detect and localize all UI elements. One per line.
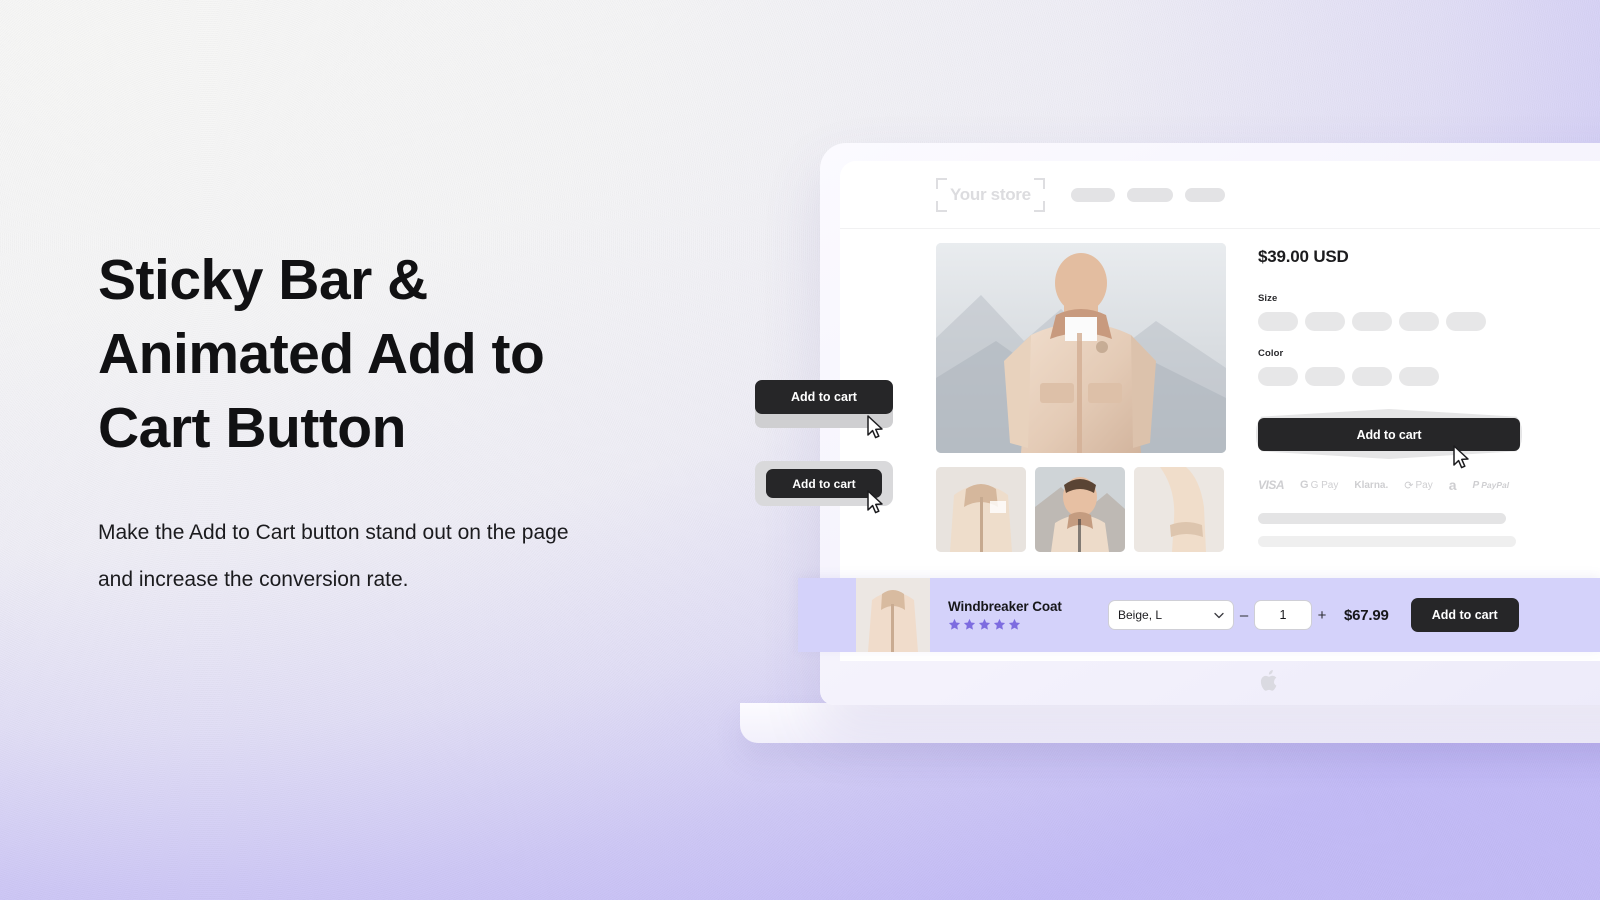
product-page-body: $39.00 USD Size Color Add to cart VISA G… xyxy=(840,229,1600,552)
color-swatch-row xyxy=(1258,367,1558,386)
logo-corner-br xyxy=(1033,200,1045,212)
color-swatch[interactable] xyxy=(1305,367,1345,386)
chevron-down-icon xyxy=(1214,612,1224,618)
shop-pay-icon: ⟳ Pay xyxy=(1404,479,1433,492)
product-price: $39.00 USD xyxy=(1258,247,1349,266)
sticky-bar-product-image[interactable] xyxy=(856,578,930,652)
size-option-label: Size xyxy=(1258,293,1278,304)
product-thumbnail[interactable] xyxy=(936,467,1026,552)
variant-select-value: Beige, L xyxy=(1118,608,1163,622)
color-option-label: Color xyxy=(1258,348,1284,359)
mouse-cursor-icon xyxy=(867,490,883,514)
star-icon xyxy=(993,618,1006,630)
size-swatch[interactable] xyxy=(1305,312,1345,331)
hero-subtitle: Make the Add to Cart button stand out on… xyxy=(98,521,569,591)
sticky-bar-product-info: Windbreaker Coat xyxy=(948,599,1108,631)
apple-logo-icon xyxy=(1260,670,1277,691)
store-logo-label: Your store xyxy=(950,184,1031,204)
callout-add-to-cart-button-2[interactable]: Add to cart xyxy=(766,469,882,498)
product-thumbnail[interactable] xyxy=(1035,467,1125,552)
star-icon xyxy=(978,618,991,630)
sticky-add-to-cart-bar: Windbreaker Coat Beige, L – 1 + $67.99 A… xyxy=(798,578,1600,652)
product-thumbnail[interactable] xyxy=(1134,467,1224,552)
size-swatch[interactable] xyxy=(1352,312,1392,331)
add-to-cart-area: Add to cart xyxy=(1256,409,1522,459)
product-thumbnail-row xyxy=(936,467,1236,552)
rating-stars xyxy=(948,618,1108,631)
quantity-input[interactable]: 1 xyxy=(1254,600,1312,630)
nav-pill-2[interactable] xyxy=(1126,187,1173,202)
page-title: Sticky Bar & Animated Add to Cart Button xyxy=(98,248,545,460)
store-header: Your store xyxy=(840,161,1600,229)
amazon-pay-icon: a xyxy=(1448,477,1457,493)
payment-methods-row: VISA G G Pay Klarna. ⟳ Pay a P PayPal xyxy=(1258,477,1558,493)
description-placeholder-bar xyxy=(1258,536,1516,547)
quantity-decrement-button[interactable]: – xyxy=(1234,607,1254,624)
logo-corner-tr xyxy=(1033,177,1045,189)
star-icon xyxy=(1008,618,1021,630)
sticky-bar-product-title: Windbreaker Coat xyxy=(948,599,1062,614)
nav-pill-1[interactable] xyxy=(1070,187,1115,202)
logo-corner-tl xyxy=(936,177,947,189)
product-hero-image[interactable] xyxy=(936,243,1226,453)
product-gallery xyxy=(936,243,1236,552)
color-swatch[interactable] xyxy=(1352,367,1392,386)
laptop-base xyxy=(740,703,1600,743)
callout-add-to-cart-button-1[interactable]: Add to cart xyxy=(755,380,893,414)
quantity-increment-button[interactable]: + xyxy=(1312,607,1332,624)
size-swatch[interactable] xyxy=(1258,312,1298,331)
product-details: $39.00 USD Size Color Add to cart VISA G… xyxy=(1256,243,1558,552)
color-swatch[interactable] xyxy=(1258,367,1298,386)
size-swatch-row xyxy=(1258,312,1558,331)
add-to-cart-button[interactable]: Add to cart xyxy=(1258,418,1520,451)
visa-icon: VISA xyxy=(1258,478,1285,492)
star-icon xyxy=(963,618,976,630)
hero-copy-block: Sticky Bar & Animated Add to Cart Button… xyxy=(98,243,618,603)
star-icon xyxy=(948,618,961,630)
color-swatch[interactable] xyxy=(1399,367,1439,386)
mouse-cursor-icon xyxy=(1453,445,1469,469)
size-swatch[interactable] xyxy=(1399,312,1439,331)
klarna-icon: Klarna. xyxy=(1354,479,1389,491)
variant-select[interactable]: Beige, L xyxy=(1108,600,1234,630)
sticky-bar-add-to-cart-button[interactable]: Add to cart xyxy=(1410,598,1519,632)
description-placeholder-bar xyxy=(1258,513,1506,524)
paypal-icon: P PayPal xyxy=(1472,479,1510,491)
mouse-cursor-icon xyxy=(867,415,883,439)
logo-corner-bl xyxy=(936,200,947,212)
sticky-bar-price: $67.99 xyxy=(1344,606,1389,624)
google-pay-icon: G G Pay xyxy=(1300,479,1339,491)
callout-add-to-cart-wide: Add to cart xyxy=(755,380,893,428)
nav-pill-3[interactable] xyxy=(1184,187,1225,202)
size-swatch[interactable] xyxy=(1446,312,1486,331)
store-logo[interactable]: Your store xyxy=(936,177,1045,212)
